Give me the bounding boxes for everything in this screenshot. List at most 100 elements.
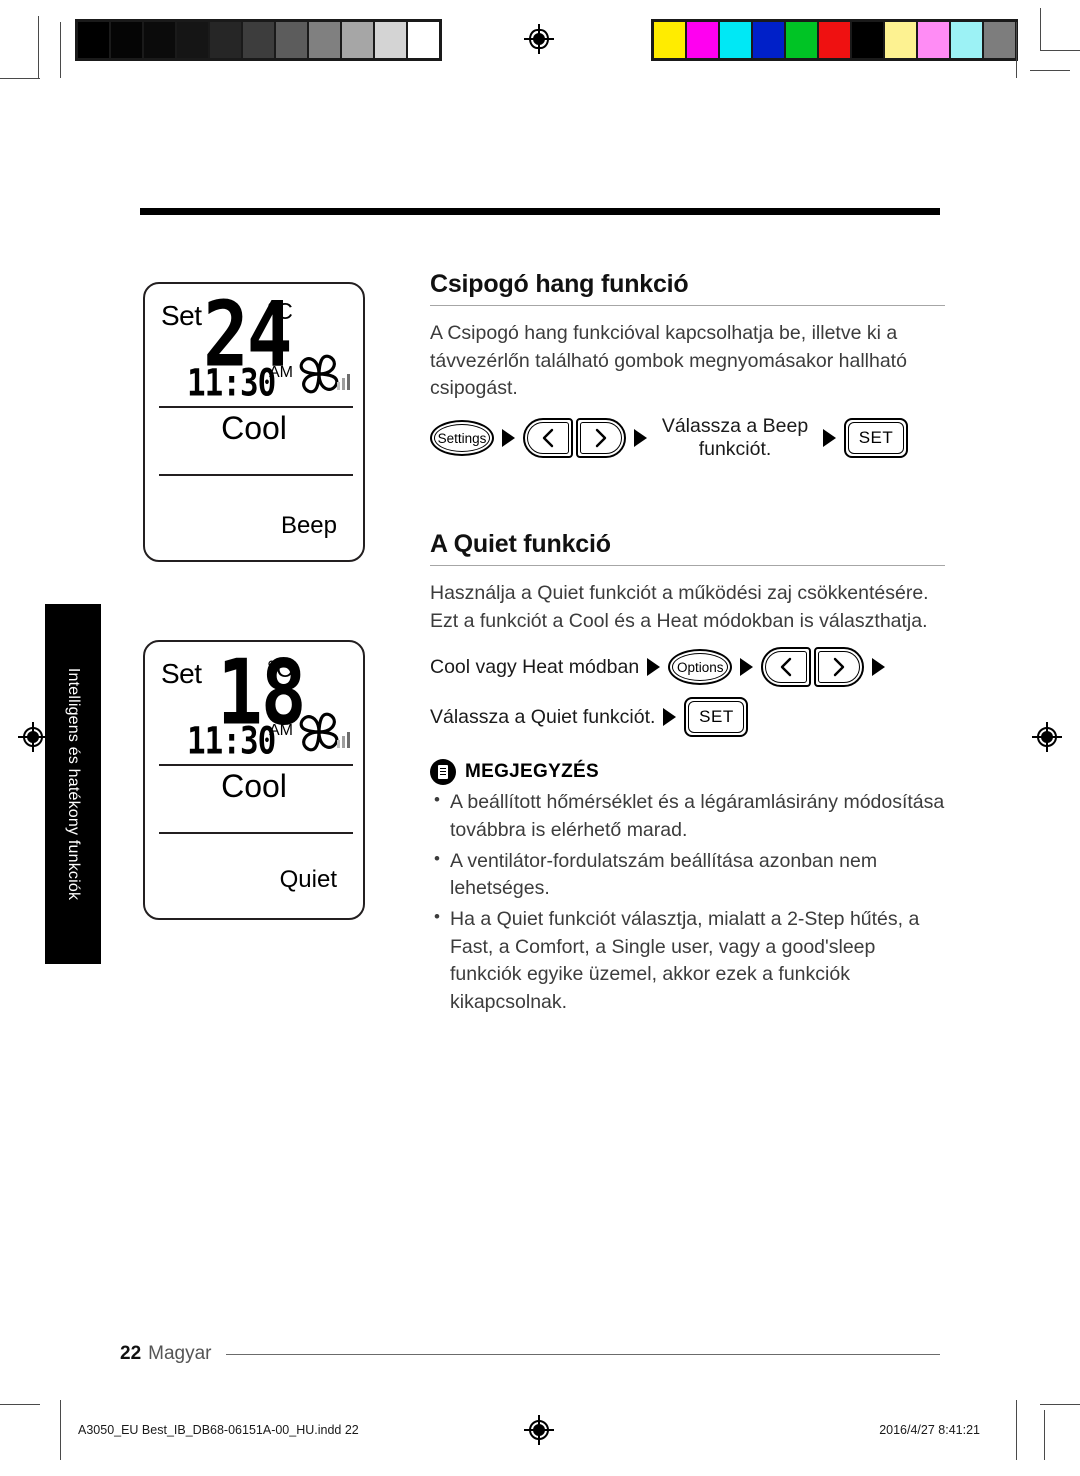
options-button[interactable]: Options	[668, 649, 733, 686]
set-button[interactable]: SET	[844, 418, 908, 459]
print-calibration-strip	[0, 0, 1080, 82]
settings-button[interactable]: Settings	[430, 420, 494, 457]
crop-mark-right-inner	[1016, 22, 1017, 78]
grayscale-swatch-9	[375, 22, 406, 58]
section-beep-title: Csipogó hang funkció	[430, 270, 689, 298]
crop-mark-right-horizontal-a	[1040, 50, 1080, 51]
lcd-clock-meridiem: AM	[269, 722, 293, 739]
remote-display-beep: Set 24 °C 11:30 AM Cool Beep	[143, 282, 365, 562]
lcd-divider-bottom	[159, 832, 353, 834]
grayscale-swatch-0	[78, 22, 109, 58]
grayscale-swatch-10	[408, 22, 439, 58]
lcd-function-label: Quiet	[279, 866, 337, 893]
registration-mark-right-middle	[1032, 722, 1062, 752]
step-arrow-icon	[502, 429, 515, 448]
section-quiet-steps-row1: Cool vagy Heat módban Options	[430, 647, 945, 688]
grayscale-swatch-3	[177, 22, 208, 58]
lcd-divider-top	[159, 406, 353, 408]
color-swatch-8	[918, 22, 949, 58]
chevron-right-button[interactable]	[576, 418, 626, 459]
color-swatch-1	[687, 22, 718, 58]
note-list-item: A ventilátor-fordulatszám beállítása azo…	[430, 847, 945, 903]
section-quiet: A Quiet funkció Használja a Quiet funkci…	[430, 530, 945, 1017]
lcd-clock-value: 11:30	[187, 720, 276, 764]
lcd-divider-top	[159, 764, 353, 766]
color-swatch-9	[951, 22, 982, 58]
color-swatch-4	[786, 22, 817, 58]
lcd-divider-bottom	[159, 474, 353, 476]
crop-mark-right-outer	[1040, 8, 1041, 50]
note-list: A beállított hőmérséklet és a légáramlás…	[430, 788, 945, 1017]
crop-mark-left-horizontal	[0, 78, 40, 79]
color-calibration-bar	[651, 19, 1018, 61]
page-footer: 22 Magyar	[120, 1343, 940, 1365]
note-header: MEGJEGYZÉS	[430, 759, 945, 786]
lcd-function-label: Beep	[280, 512, 337, 539]
lcd-mode-label: Cool	[221, 410, 287, 446]
print-filename: A3050_EU Best_IB_DB68-06151A-00_HU.indd …	[78, 1423, 359, 1437]
lcd-temperature-unit: °C	[267, 298, 293, 324]
section-quiet-steps-row2: Válassza a Quiet funkciót. SET	[430, 697, 945, 738]
lcd-set-label: Set	[161, 300, 202, 331]
color-swatch-5	[819, 22, 850, 58]
step-arrow-icon	[823, 429, 836, 448]
grayscale-swatch-8	[342, 22, 373, 58]
remote-display-quiet: Set 18 °C 11:30 AM Cool Quiet	[143, 640, 365, 920]
page-number: 22	[120, 1343, 142, 1364]
page-language: Magyar	[148, 1343, 212, 1364]
grayscale-swatch-1	[111, 22, 142, 58]
footer-rule	[225, 1353, 940, 1355]
note-document-icon	[430, 759, 456, 786]
chevron-left-button[interactable]	[761, 647, 812, 688]
chevron-right-icon	[595, 429, 607, 448]
color-swatch-6	[852, 22, 883, 58]
chevron-right-button[interactable]	[814, 647, 865, 688]
step-arrow-icon	[647, 658, 661, 677]
step-arrow-icon	[872, 658, 886, 677]
set-button[interactable]: SET	[684, 697, 749, 738]
chevron-left-button[interactable]	[523, 418, 573, 459]
chapter-side-tab-label: Intelligens és hatékony funkciók	[65, 667, 82, 901]
lcd-set-label: Set	[161, 658, 202, 689]
color-swatch-3	[753, 22, 784, 58]
quiet-step-instruction: Válassza a Quiet funkciót.	[430, 705, 656, 728]
grayscale-calibration-bar	[75, 19, 442, 61]
section-quiet-title: A Quiet funkció	[430, 529, 611, 558]
content-column: Csipogó hang funkció A Csipogó hang funk…	[430, 270, 945, 1020]
step-arrow-icon	[740, 658, 754, 677]
fan-speed-bars	[337, 372, 352, 390]
section-beep-rule	[430, 305, 945, 306]
page-top-rule	[140, 208, 940, 215]
fan-speed-bars	[337, 730, 352, 748]
grayscale-swatch-2	[144, 22, 175, 58]
grayscale-swatch-7	[309, 22, 340, 58]
crop-mark-bottom-right-h	[1040, 1404, 1080, 1405]
settings-button-label: Settings	[437, 430, 487, 446]
print-timestamp: 2016/4/27 8:41:21	[879, 1423, 980, 1437]
grayscale-swatch-5	[243, 22, 274, 58]
color-swatch-0	[654, 22, 685, 58]
color-swatch-2	[720, 22, 751, 58]
section-beep: Csipogó hang funkció A Csipogó hang funk…	[430, 270, 945, 462]
chevron-right-icon	[834, 658, 845, 677]
note-list-item: Ha a Quiet funkciót választja, mialatt a…	[430, 905, 945, 1017]
color-swatch-7	[885, 22, 916, 58]
note-block: MEGJEGYZÉS A beállított hőmérséklet és a…	[430, 759, 945, 1017]
set-button-label: SET	[699, 707, 734, 727]
lcd-clock-value: 11:30	[187, 362, 276, 406]
section-beep-body: A Csipogó hang funkcióval kapcsolhatja b…	[430, 322, 907, 400]
color-swatch-10	[984, 22, 1015, 58]
step-arrow-icon	[634, 429, 647, 448]
note-title: MEGJEGYZÉS	[465, 761, 599, 783]
lcd-temperature-unit: °C	[267, 656, 293, 682]
chevron-left-icon	[781, 658, 792, 677]
grayscale-swatch-6	[276, 22, 307, 58]
section-beep-steps: Settings Válassza a Beep funkciót. SET	[430, 415, 945, 462]
lcd-mode-label: Cool	[221, 768, 287, 804]
crop-mark-left-outer	[38, 16, 39, 78]
grayscale-swatch-4	[210, 22, 241, 58]
lcd-clock-meridiem: AM	[269, 364, 293, 381]
crop-mark-left-inner	[60, 22, 61, 78]
print-metadata-footer: A3050_EU Best_IB_DB68-06151A-00_HU.indd …	[0, 1420, 1080, 1444]
registration-mark-top	[524, 24, 554, 54]
